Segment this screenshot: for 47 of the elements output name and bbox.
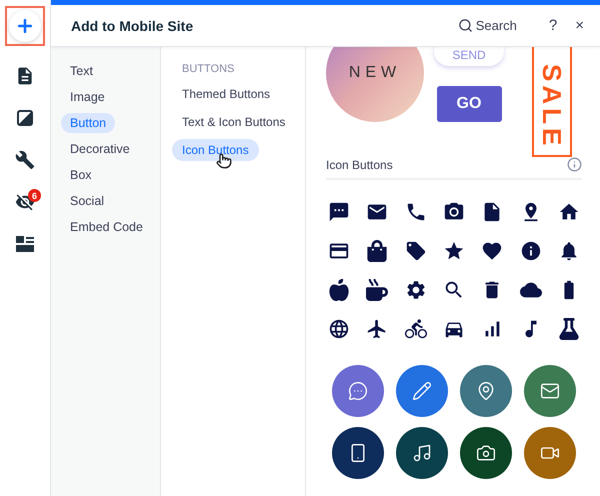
plus-icon [9, 10, 41, 42]
category-item[interactable]: Decorative [61, 139, 139, 159]
shopping-bag-icon[interactable] [366, 240, 388, 262]
search-button[interactable]: Search [458, 18, 517, 33]
category-item[interactable]: Box [61, 165, 101, 185]
bicycle-icon[interactable] [404, 318, 427, 340]
go-button[interactable]: GO [436, 86, 502, 122]
panel-title: Add to Mobile Site [71, 18, 194, 34]
icon-circle-button[interactable] [396, 427, 448, 479]
section-heading: BUTTONS [182, 63, 236, 75]
apple-icon[interactable] [328, 279, 350, 301]
airplane-icon[interactable] [366, 318, 388, 340]
chat-icon[interactable] [328, 201, 350, 223]
pencil-icon [412, 381, 432, 401]
wrench-icon [15, 150, 35, 170]
category-item[interactable]: Button [61, 113, 116, 133]
notification-badge: 6 [28, 189, 41, 202]
star-icon[interactable] [442, 240, 465, 262]
help-button[interactable]: ? [544, 17, 562, 34]
search-icon [458, 18, 473, 33]
subcategory-item[interactable]: Themed Buttons [172, 83, 280, 105]
section-title: Icon Buttons [326, 158, 393, 172]
tag-icon[interactable] [404, 240, 427, 262]
camera-icon [476, 443, 496, 463]
category-item[interactable]: Social [61, 191, 114, 211]
sidebar-button[interactable]: 6 [9, 186, 41, 218]
icon-circle-button[interactable] [460, 427, 512, 479]
add-button[interactable] [5, 6, 45, 46]
flask-icon[interactable] [558, 318, 580, 340]
heart-icon[interactable] [481, 240, 504, 262]
music-icon [412, 443, 432, 463]
close-button[interactable]: × [571, 17, 588, 34]
category-item[interactable]: Text [61, 61, 102, 81]
contrast-square-icon [17, 110, 33, 126]
chat-icon [348, 381, 368, 401]
subcategory-item[interactable]: Text & Icon Buttons [172, 111, 296, 133]
gear-icon[interactable] [404, 279, 427, 301]
category-item[interactable]: Embed Code [61, 217, 152, 237]
location-pin-icon [476, 381, 496, 401]
info-icon[interactable] [520, 240, 542, 262]
category-item[interactable]: Image [61, 87, 114, 107]
globe-icon[interactable] [328, 318, 350, 340]
mail-icon [540, 381, 560, 401]
coffee-cup-icon[interactable] [366, 279, 388, 301]
icon-circle-button[interactable] [332, 427, 384, 479]
layout-icon [16, 236, 34, 252]
new-circle-button[interactable]: NEW [326, 47, 424, 122]
